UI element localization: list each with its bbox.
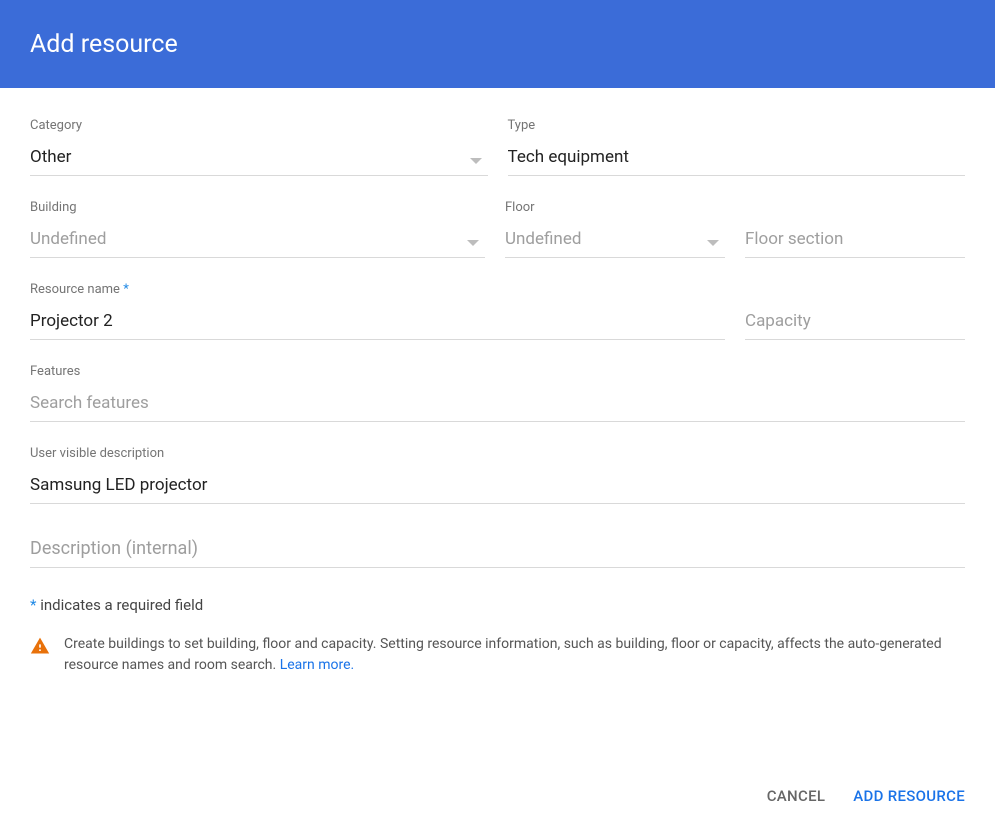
floor-section-input[interactable] xyxy=(745,229,965,258)
floor-label: Floor xyxy=(505,200,725,215)
building-label: Building xyxy=(30,200,485,215)
capacity-input[interactable] xyxy=(745,311,965,340)
required-star-icon: * xyxy=(30,596,40,614)
hint-text: Create buildings to set building, floor … xyxy=(64,636,942,673)
warning-icon xyxy=(30,636,50,656)
required-note-text: indicates a required field xyxy=(40,596,203,614)
building-value[interactable]: Undefined xyxy=(30,229,485,258)
features-field[interactable]: Features xyxy=(30,364,965,422)
features-label: Features xyxy=(30,364,965,379)
dialog-footer: CANCEL ADD RESOURCE xyxy=(767,787,965,805)
add-resource-button[interactable]: ADD RESOURCE xyxy=(853,787,965,805)
form-body: Category Other Type Building Undefined F… xyxy=(0,88,995,676)
category-field[interactable]: Category Other xyxy=(30,118,488,176)
resource-name-field[interactable]: Resource name * xyxy=(30,282,725,340)
dialog-title: Add resource xyxy=(30,30,178,59)
hint-message: Create buildings to set building, floor … xyxy=(30,634,965,676)
floor-field[interactable]: Floor Undefined xyxy=(505,200,725,258)
dialog-header: Add resource xyxy=(0,0,995,88)
user-desc-label: User visible description xyxy=(30,446,965,461)
floor-section-spacer xyxy=(745,200,965,215)
floor-value[interactable]: Undefined xyxy=(505,229,725,258)
resource-name-label: Resource name * xyxy=(30,282,725,297)
hint-text-wrap: Create buildings to set building, floor … xyxy=(64,634,965,676)
internal-desc-field[interactable] xyxy=(30,538,965,568)
capacity-spacer xyxy=(745,282,965,297)
resource-name-label-text: Resource name xyxy=(30,282,120,297)
building-field[interactable]: Building Undefined xyxy=(30,200,485,258)
category-value[interactable]: Other xyxy=(30,147,488,176)
type-field[interactable]: Type xyxy=(508,118,966,176)
required-star-icon: * xyxy=(123,282,129,297)
cancel-button[interactable]: CANCEL xyxy=(767,787,826,805)
category-label: Category xyxy=(30,118,488,133)
type-label: Type xyxy=(508,118,966,133)
internal-desc-input[interactable] xyxy=(30,538,965,568)
user-desc-input[interactable] xyxy=(30,475,965,504)
type-input[interactable] xyxy=(508,147,966,176)
resource-name-input[interactable] xyxy=(30,311,725,340)
required-field-note: * indicates a required field xyxy=(30,596,965,614)
capacity-field[interactable] xyxy=(745,282,965,340)
learn-more-link[interactable]: Learn more. xyxy=(280,657,355,673)
floor-section-field[interactable] xyxy=(745,200,965,258)
features-input[interactable] xyxy=(30,393,965,422)
user-desc-field[interactable]: User visible description xyxy=(30,446,965,504)
